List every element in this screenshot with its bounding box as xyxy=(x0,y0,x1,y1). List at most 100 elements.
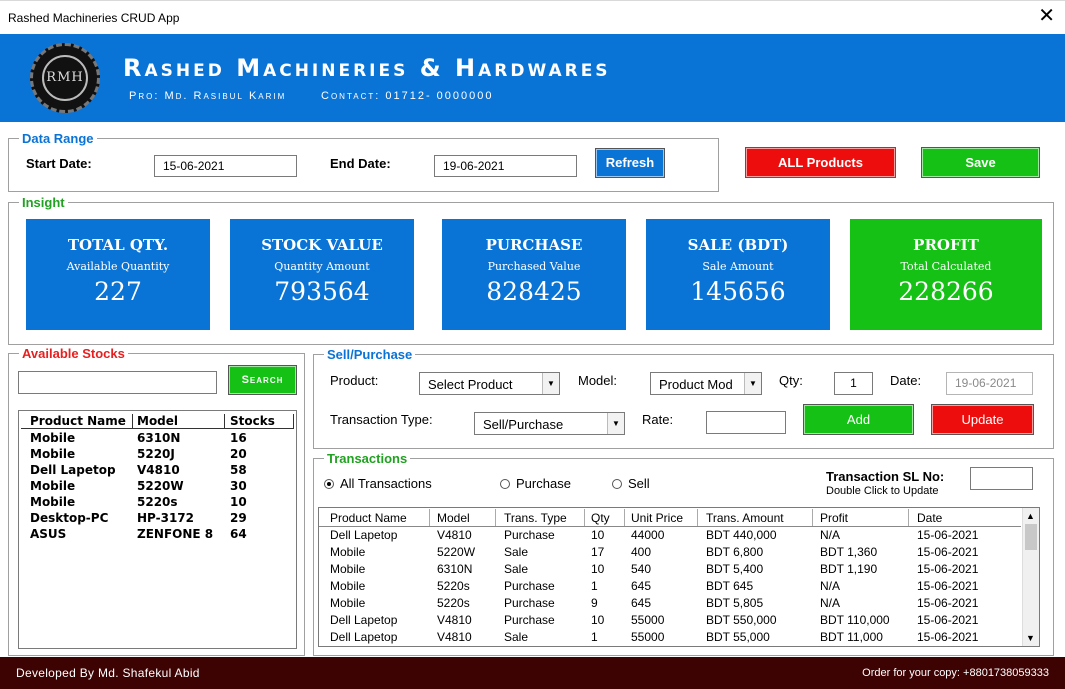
list-item[interactable]: Desktop-PC HP-3172 29 xyxy=(19,511,296,527)
col-unit-price[interactable]: Unit Price xyxy=(631,511,683,525)
company-logo: RMH xyxy=(30,43,100,113)
transaction-type-select[interactable]: Sell/Purchase ▼ xyxy=(474,412,625,435)
cell-profit: BDT 1,190 xyxy=(820,562,878,576)
column-separator xyxy=(429,509,430,526)
col-profit[interactable]: Profit xyxy=(820,511,848,525)
stock-count: 10 xyxy=(230,495,247,509)
scroll-up-icon[interactable]: ▲ xyxy=(1026,511,1035,521)
cell-qty: 10 xyxy=(591,528,605,542)
qty-input[interactable]: 1 xyxy=(834,372,873,395)
search-button[interactable]: Search xyxy=(228,365,297,395)
table-row[interactable]: Mobile 5220W Sale 17 400 BDT 6,800 BDT 1… xyxy=(319,545,1021,562)
cell-profit: N/A xyxy=(820,579,841,593)
list-item[interactable]: ASUS ZENFONE 8 64 xyxy=(19,527,296,543)
save-button[interactable]: Save xyxy=(921,147,1040,178)
stock-model: V4810 xyxy=(137,463,180,477)
stock-list[interactable]: Product Name Model Stocks Mobile 6310N 1… xyxy=(18,410,297,649)
col-qty[interactable]: Qty xyxy=(591,511,610,525)
cell-model: 5220s xyxy=(437,596,470,610)
table-row[interactable]: Dell Lapetop V4810 Purchase 10 55000 BDT… xyxy=(319,613,1021,630)
cell-qty: 9 xyxy=(591,596,598,610)
cell-type: Purchase xyxy=(504,579,555,593)
filter-all-radio[interactable]: All Transactions xyxy=(324,476,432,491)
table-row[interactable]: Dell Lapetop V4810 Purchase 10 44000 BDT… xyxy=(319,528,1021,545)
table-row[interactable]: Mobile 6310N Sale 10 540 BDT 5,400 BDT 1… xyxy=(319,562,1021,579)
chevron-down-icon[interactable]: ▼ xyxy=(744,373,761,394)
stock-col-product[interactable]: Product Name xyxy=(30,414,126,428)
table-row[interactable]: Mobile 5220s Purchase 9 645 BDT 5,805 N/… xyxy=(319,596,1021,613)
cell-type: Sale xyxy=(504,545,529,559)
stock-model: 5220s xyxy=(137,495,178,509)
scroll-thumb[interactable] xyxy=(1025,524,1037,550)
date-input[interactable]: 19-06-2021 xyxy=(946,372,1033,395)
stock-search-input[interactable] xyxy=(18,371,217,394)
chevron-down-icon[interactable]: ▼ xyxy=(607,413,624,434)
col-date[interactable]: Date xyxy=(917,511,942,525)
end-date-label: End Date: xyxy=(330,156,391,171)
cell-model: 5220s xyxy=(437,579,470,593)
column-separator xyxy=(495,509,496,526)
stock-product: ASUS xyxy=(30,527,67,541)
add-button[interactable]: Add xyxy=(803,404,914,435)
cell-qty: 17 xyxy=(591,545,605,559)
cell-date: 15-06-2021 xyxy=(917,630,979,644)
radio-selected-icon[interactable] xyxy=(324,479,334,489)
filter-all-label: All Transactions xyxy=(340,476,432,491)
list-item[interactable]: Dell Lapetop V4810 58 xyxy=(19,463,296,479)
filter-sell-radio[interactable]: Sell xyxy=(612,476,650,491)
chevron-down-icon[interactable]: ▼ xyxy=(542,373,559,394)
stock-col-model[interactable]: Model xyxy=(137,414,178,428)
stock-model: ZENFONE 8 xyxy=(137,527,214,541)
stock-product: Mobile xyxy=(30,447,76,461)
radio-icon[interactable] xyxy=(612,479,622,489)
cell-amount: BDT 6,800 xyxy=(706,545,764,559)
cell-unit-price: 540 xyxy=(631,562,652,576)
rate-input[interactable] xyxy=(706,411,786,434)
start-date-input[interactable]: 15-06-2021 xyxy=(154,155,297,177)
col-product-name[interactable]: Product Name xyxy=(330,511,407,525)
col-trans-amount[interactable]: Trans. Amount xyxy=(706,511,784,525)
stock-model: HP-3172 xyxy=(137,511,195,525)
card-value: 228266 xyxy=(898,277,994,306)
cell-qty: 1 xyxy=(591,579,598,593)
filter-sell-label: Sell xyxy=(628,476,650,491)
scroll-down-icon[interactable]: ▼ xyxy=(1026,633,1035,643)
card-value: 145656 xyxy=(690,277,786,306)
transaction-sl-hint: Double Click to Update xyxy=(826,485,939,497)
update-button[interactable]: Update xyxy=(931,404,1034,435)
list-item[interactable]: Mobile 5220s 10 xyxy=(19,495,296,511)
card-title: TOTAL QTY. xyxy=(67,236,169,254)
end-date-input[interactable]: 19-06-2021 xyxy=(434,155,577,177)
table-row[interactable]: Dell Lapetop V4810 Sale 1 55000 BDT 55,0… xyxy=(319,630,1021,646)
insight-legend: Insight xyxy=(19,195,68,210)
model-select[interactable]: Product Mod ▼ xyxy=(650,372,762,395)
refresh-button[interactable]: Refresh xyxy=(595,148,665,178)
cell-unit-price: 645 xyxy=(631,579,652,593)
list-item[interactable]: Mobile 5220J 20 xyxy=(19,447,296,463)
filter-purchase-radio[interactable]: Purchase xyxy=(500,476,571,491)
data-range-legend: Data Range xyxy=(19,131,97,146)
cell-qty: 1 xyxy=(591,630,598,644)
stock-product: Desktop-PC xyxy=(30,511,109,525)
cell-date: 15-06-2021 xyxy=(917,562,979,576)
radio-icon[interactable] xyxy=(500,479,510,489)
stock-model: 6310N xyxy=(137,431,181,445)
list-item[interactable]: Mobile 5220W 30 xyxy=(19,479,296,495)
stock-col-stocks[interactable]: Stocks xyxy=(230,414,275,428)
list-item[interactable]: Mobile 6310N 16 xyxy=(19,431,296,447)
vertical-scrollbar[interactable]: ▲ ▼ xyxy=(1022,508,1039,646)
column-separator xyxy=(584,509,585,526)
column-separator xyxy=(224,414,225,428)
sell-purchase-legend: Sell/Purchase xyxy=(324,347,416,362)
stock-count: 20 xyxy=(230,447,247,461)
all-products-button[interactable]: ALL Products xyxy=(745,147,896,178)
stock-count: 16 xyxy=(230,431,247,445)
transaction-sl-input[interactable] xyxy=(970,467,1033,490)
transactions-list[interactable]: Product Name Model Trans. Type Qty Unit … xyxy=(318,507,1040,647)
col-trans-type[interactable]: Trans. Type xyxy=(504,511,567,525)
close-icon[interactable]: ✕ xyxy=(1038,6,1055,26)
col-model[interactable]: Model xyxy=(437,511,470,525)
date-label: Date: xyxy=(890,373,922,388)
table-row[interactable]: Mobile 5220s Purchase 1 645 BDT 645 N/A … xyxy=(319,579,1021,596)
product-select[interactable]: Select Product ▼ xyxy=(419,372,560,395)
